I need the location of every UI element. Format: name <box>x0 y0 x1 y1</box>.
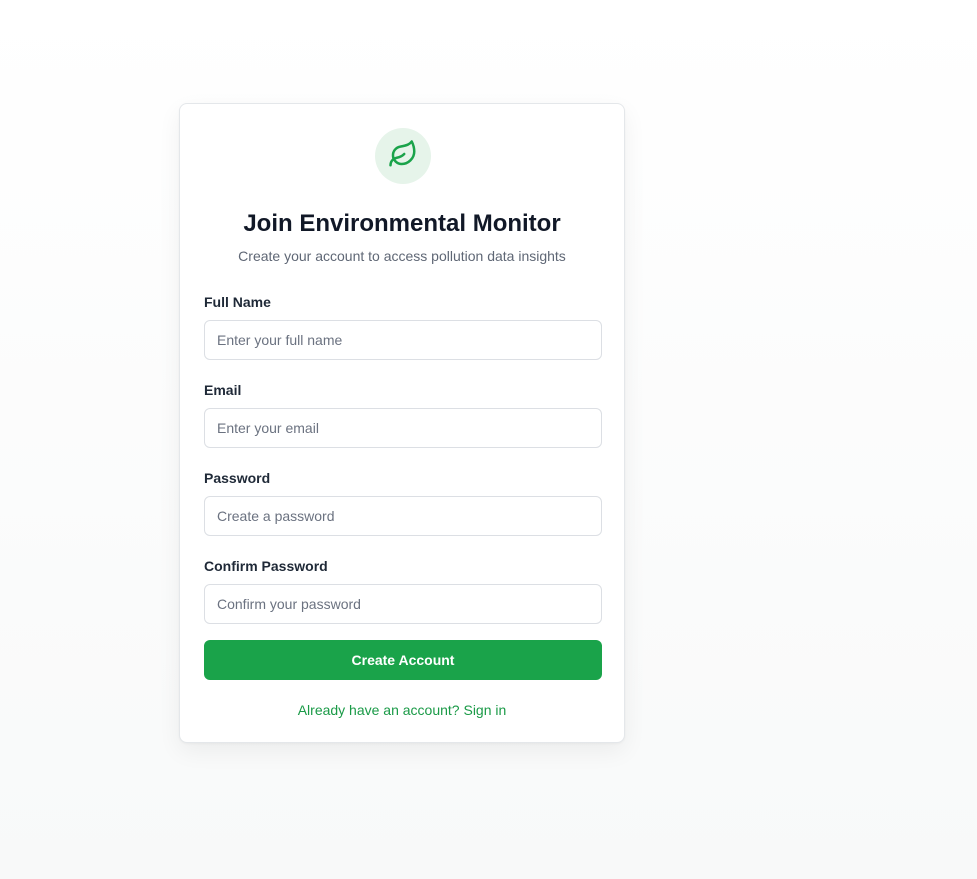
signin-link[interactable]: Already have an account? Sign in <box>298 702 507 718</box>
page-title: Join Environmental Monitor <box>243 210 561 237</box>
page-subtitle: Create your account to access pollution … <box>238 248 566 264</box>
full-name-label: Full Name <box>204 294 271 310</box>
logo-badge <box>375 128 431 184</box>
email-input[interactable] <box>204 408 602 448</box>
confirm-password-label: Confirm Password <box>204 558 328 574</box>
create-account-button[interactable]: Create Account <box>204 640 602 680</box>
signin-row: Already have an account? Sign in <box>180 700 624 720</box>
signup-card: Join Environmental Monitor Create your a… <box>179 103 625 743</box>
leaf-icon <box>388 139 418 174</box>
confirm-password-input[interactable] <box>204 584 602 624</box>
page: { "brand": { "icon": "leaf-icon", "accen… <box>0 0 977 879</box>
email-label: Email <box>204 382 242 398</box>
password-input[interactable] <box>204 496 602 536</box>
password-label: Password <box>204 470 271 486</box>
full-name-input[interactable] <box>204 320 602 360</box>
